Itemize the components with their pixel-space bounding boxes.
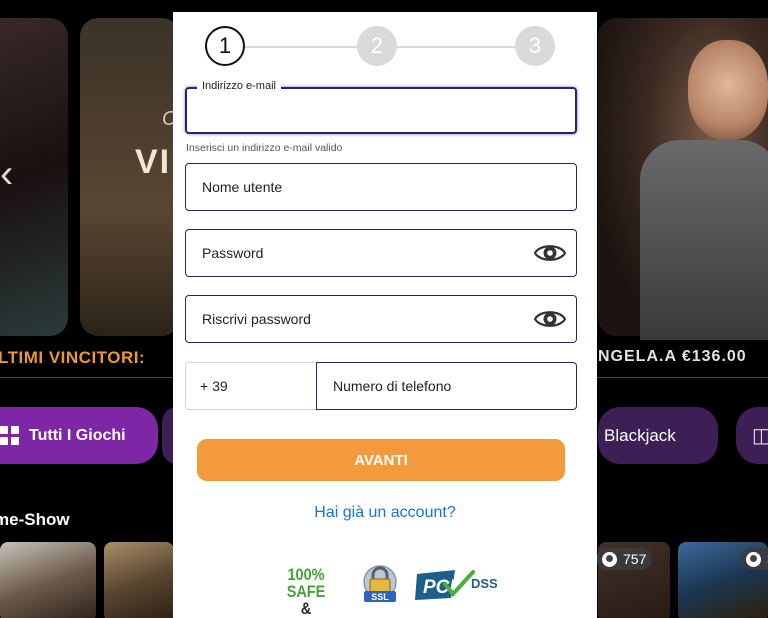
phone-number-placeholder: Numero di telefono <box>333 378 452 394</box>
step-1: 1 <box>205 26 245 66</box>
password-field[interactable]: Password <box>185 229 577 277</box>
eye-icon[interactable] <box>534 242 566 264</box>
email-field[interactable]: Indirizzo e-mail <box>185 80 577 134</box>
carousel-prev-icon[interactable]: ‹ <box>0 152 13 197</box>
password-placeholder: Password <box>202 245 264 261</box>
category-all-games[interactable]: Tutti I Giochi <box>0 407 158 464</box>
dss-label: DSS <box>471 576 498 591</box>
phone-prefix-value: + 39 <box>200 378 228 394</box>
repeat-password-placeholder: Riscrivi password <box>202 311 311 327</box>
phone-prefix-select[interactable]: + 39 <box>185 362 317 410</box>
email-helper-text: Inserisci un indirizzo e-mail valido <box>186 142 343 154</box>
pci-label: PCI <box>423 577 455 598</box>
promo-title: VI <box>135 143 172 181</box>
ssl-label: SSL <box>371 592 389 602</box>
category-label: Blackjack <box>604 425 676 445</box>
registration-modal: 1 2 3 Indirizzo e-mail Inserisci un indi… <box>173 12 597 618</box>
viewer-count-badge: 3 <box>740 548 768 570</box>
login-link[interactable]: Hai già un account? <box>173 504 597 522</box>
game-thumbnail[interactable] <box>0 542 96 618</box>
category-pill-partial[interactable]: ◫ <box>736 407 768 464</box>
winners-value: NGELA.A €136.00 <box>598 348 747 365</box>
next-button[interactable]: AVANTI <box>197 439 565 481</box>
email-label: Indirizzo e-mail <box>197 80 281 92</box>
ssl-lock-icon: SSL <box>363 565 397 602</box>
phone-group: + 39 Numero di telefono <box>185 362 577 410</box>
dealer-body-image <box>640 140 768 340</box>
viewer-count-badge: 757 <box>596 548 653 570</box>
person-icon <box>746 551 761 567</box>
step-connector <box>397 46 515 48</box>
safe-secure-badge: 100% SAFE & SECURE <box>269 566 342 618</box>
shield-icon: ◫ <box>752 425 768 447</box>
security-badges: 100% SAFE & SECURE SSL PCI DSS <box>263 564 513 618</box>
email-input[interactable] <box>197 101 567 123</box>
game-thumbnail[interactable] <box>104 542 174 618</box>
phone-number-field[interactable]: Numero di telefono <box>316 362 577 410</box>
pci-dss-badge: PCI DSS <box>415 570 498 600</box>
step-indicator: 1 2 3 <box>203 26 561 68</box>
person-icon <box>602 551 617 567</box>
safe-line2: & SECURE <box>276 599 336 618</box>
safe-line1: 100% SAFE <box>286 565 326 601</box>
section-title: me-Show <box>0 510 70 529</box>
step-connector <box>245 46 357 48</box>
step-3: 3 <box>515 26 555 66</box>
winners-label: LTIMI VINCITORI: <box>0 348 146 367</box>
grid-icon <box>0 426 19 445</box>
username-placeholder: Nome utente <box>202 179 283 195</box>
dealer-image <box>688 40 768 140</box>
repeat-password-field[interactable]: Riscrivi password <box>185 295 577 343</box>
username-field[interactable]: Nome utente <box>185 163 577 211</box>
viewer-count: 757 <box>623 551 647 567</box>
category-blackjack[interactable]: Blackjack <box>598 407 718 464</box>
eye-icon[interactable] <box>534 308 566 330</box>
step-2: 2 <box>357 26 397 66</box>
category-label: Tutti I Giochi <box>29 426 126 444</box>
